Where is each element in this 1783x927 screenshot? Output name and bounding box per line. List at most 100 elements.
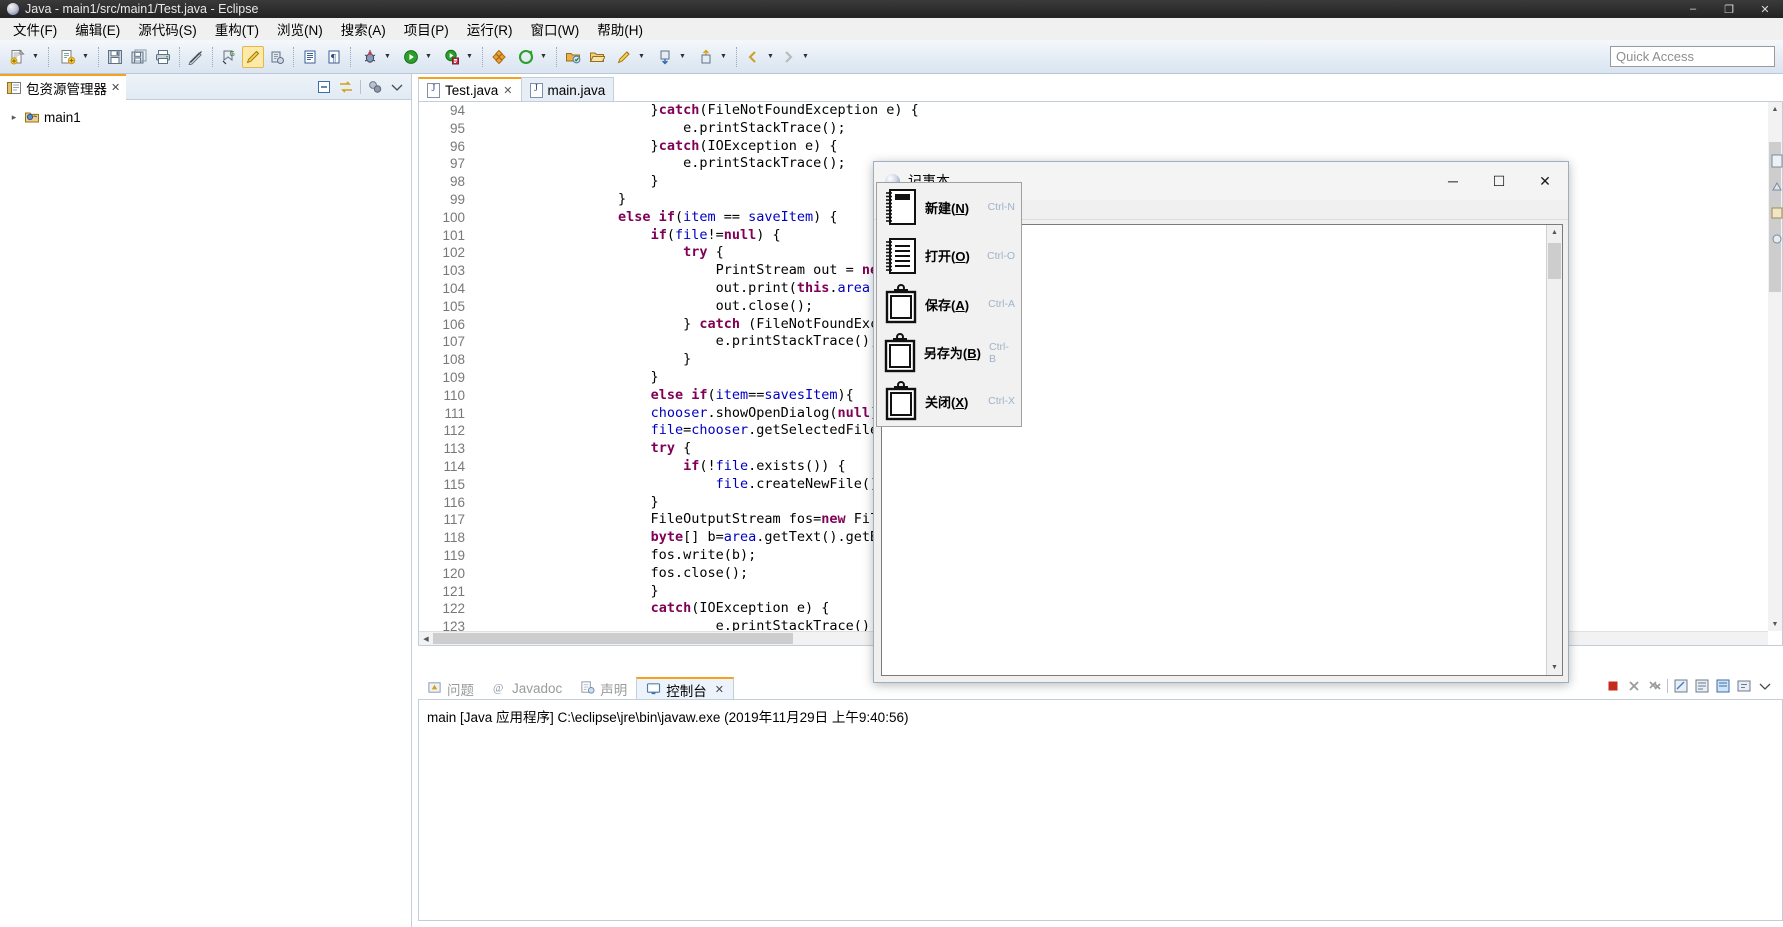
close-icon[interactable]: ✕: [503, 84, 512, 97]
link-with-editor-icon[interactable]: [338, 79, 354, 95]
back-dropdown-arrow[interactable]: ▼: [765, 46, 776, 68]
new-class-dropdown-arrow[interactable]: ▼: [80, 46, 91, 68]
forward-navigation-icon[interactable]: [777, 46, 799, 68]
close-icon[interactable]: ✕: [111, 81, 120, 94]
line-number: 121: [419, 583, 477, 601]
display-selected-console-icon[interactable]: [1735, 677, 1752, 694]
save-all-icon[interactable]: [128, 46, 150, 68]
pin-console-icon[interactable]: [1714, 677, 1731, 694]
show-whitespace-icon[interactable]: [299, 46, 321, 68]
quick-access-input[interactable]: Quick Access: [1610, 46, 1775, 67]
menu-item-accelerator: Ctrl-N: [980, 201, 1015, 213]
menu-window[interactable]: 窗口(W): [522, 16, 589, 42]
next-marker-dropdown-arrow[interactable]: ▼: [677, 46, 688, 68]
notepad-maximize-button[interactable]: ☐: [1476, 162, 1522, 200]
menu-edit[interactable]: 编辑(E): [66, 16, 129, 42]
notepad-close-button[interactable]: ✕: [1522, 162, 1568, 200]
new-wizard-dropdown-arrow[interactable]: ▼: [30, 46, 41, 68]
code-text: }: [477, 191, 626, 209]
window-maximize-button[interactable]: ❐: [1711, 0, 1747, 18]
toolbar-separator: [1667, 679, 1668, 693]
console-view-menu-icon[interactable]: [1756, 677, 1773, 694]
clear-console-icon[interactable]: [1672, 677, 1689, 694]
code-text: }catch(IOException e) {: [477, 138, 838, 156]
window-close-button[interactable]: ✕: [1747, 0, 1783, 18]
new-java-class-icon[interactable]: [57, 46, 79, 68]
new-java-project-icon[interactable]: [488, 46, 510, 68]
notepad-vertical-scrollbar[interactable]: ▲ ▼: [1546, 225, 1562, 675]
scroll-lock-icon[interactable]: [1693, 677, 1710, 694]
np-menuitem-close[interactable]: 关闭(X)Ctrl-X: [877, 377, 1021, 426]
console-tab-3[interactable]: 控制台✕: [636, 677, 734, 700]
mark-occurrences-icon[interactable]: [242, 46, 264, 68]
notepad-minimize-button[interactable]: ─: [1430, 162, 1476, 200]
scroll-left-arrow[interactable]: ◀: [419, 632, 433, 645]
np-menuitem-save[interactable]: 保存(A)Ctrl-A: [877, 280, 1021, 329]
previous-marker-icon[interactable]: [695, 46, 717, 68]
toggle-annotation-icon[interactable]: [266, 46, 288, 68]
forward-dropdown-arrow[interactable]: ▼: [800, 46, 811, 68]
notepad-scroll-thumb[interactable]: [1548, 243, 1561, 279]
notepad-scroll-up-arrow[interactable]: ▲: [1547, 225, 1562, 240]
open-type-icon[interactable]: [515, 46, 537, 68]
run-external-tools-icon[interactable]: [441, 46, 463, 68]
tree-item-main1[interactable]: ▸ main1: [4, 106, 411, 128]
editor-tab-main-java[interactable]: main.java: [521, 77, 615, 102]
rail-icon-2[interactable]: [1771, 180, 1783, 194]
external-tools-dropdown-arrow[interactable]: ▼: [464, 46, 475, 68]
terminate-icon[interactable]: [1604, 677, 1621, 694]
console-tab-0[interactable]: 问题: [418, 677, 483, 700]
console-tab-label: Javadoc: [512, 681, 562, 696]
rail-icon-3[interactable]: [1771, 206, 1783, 220]
console-tab-2[interactable]: 声明: [571, 677, 636, 700]
back-navigation-icon[interactable]: [742, 46, 764, 68]
run-dropdown-arrow[interactable]: ▼: [423, 46, 434, 68]
debug-dropdown-arrow[interactable]: ▼: [382, 46, 393, 68]
toggle-mark-occurrences-icon[interactable]: [185, 46, 207, 68]
notepad-window[interactable]: 记事本 ─ ☐ ✕ 文件编辑 ▲ ▼ 新建(N)Ctrl-N打开(O)Ctrl-…: [873, 161, 1569, 683]
chevron-right-icon[interactable]: ▸: [8, 112, 20, 123]
rail-icon-1[interactable]: [1771, 154, 1783, 168]
previous-marker-dropdown-arrow[interactable]: ▼: [718, 46, 729, 68]
next-annotation-icon[interactable]: [613, 46, 635, 68]
console-output[interactable]: main [Java 应用程序] C:\eclipse\jre\bin\java…: [418, 699, 1783, 921]
collapse-all-icon[interactable]: [316, 79, 332, 95]
next-marker-icon[interactable]: [654, 46, 676, 68]
menu-refactor[interactable]: 重构(T): [206, 16, 268, 42]
view-menu-icon[interactable]: [367, 79, 383, 95]
console-tab-1[interactable]: @Javadoc: [483, 677, 571, 700]
save-icon[interactable]: [104, 46, 126, 68]
print-icon[interactable]: [152, 46, 174, 68]
package-explorer-tab[interactable]: 包资源管理器 ✕: [0, 74, 126, 100]
open-task-icon[interactable]: [562, 46, 584, 68]
menu-source[interactable]: 源代码(S): [129, 16, 206, 42]
search-dropdown-arrow[interactable]: ▼: [538, 46, 549, 68]
remove-all-launches-icon[interactable]: [1646, 677, 1663, 694]
menu-navigate[interactable]: 浏览(N): [268, 16, 332, 42]
menu-search[interactable]: 搜索(A): [332, 16, 395, 42]
menu-run[interactable]: 运行(R): [458, 16, 522, 42]
run-icon[interactable]: [400, 46, 422, 68]
menu-file[interactable]: 文件(F): [4, 16, 66, 42]
remove-launch-icon[interactable]: [1625, 677, 1642, 694]
debug-bug-icon[interactable]: [359, 46, 381, 68]
menu-project[interactable]: 项目(P): [395, 16, 458, 42]
menu-help[interactable]: 帮助(H): [588, 16, 652, 42]
rail-icon-4[interactable]: [1771, 232, 1783, 246]
np-menuitem-saveas[interactable]: 另存为(B)Ctrl-B: [877, 329, 1021, 378]
next-annotation-dropdown-arrow[interactable]: ▼: [636, 46, 647, 68]
skip-breakpoints-icon[interactable]: G: [218, 46, 240, 68]
pilcrow-icon[interactable]: ¶: [323, 46, 345, 68]
notepad-scroll-down-arrow[interactable]: ▼: [1547, 660, 1562, 675]
scroll-up-arrow[interactable]: ▲: [1768, 102, 1782, 116]
line-number: 110: [419, 387, 477, 405]
window-minimize-button[interactable]: –: [1675, 0, 1711, 18]
close-icon[interactable]: ✕: [715, 683, 724, 696]
new-wizard-icon[interactable]: [7, 46, 29, 68]
horizontal-scroll-thumb[interactable]: [433, 633, 793, 644]
view-menu-chevron-icon[interactable]: [389, 79, 405, 95]
np-menuitem-new[interactable]: 新建(N)Ctrl-N: [877, 183, 1021, 232]
open-folder-icon[interactable]: [586, 46, 608, 68]
editor-tab-Test-java[interactable]: Test.java✕: [418, 77, 522, 102]
np-menuitem-open[interactable]: 打开(O)Ctrl-O: [877, 232, 1021, 281]
